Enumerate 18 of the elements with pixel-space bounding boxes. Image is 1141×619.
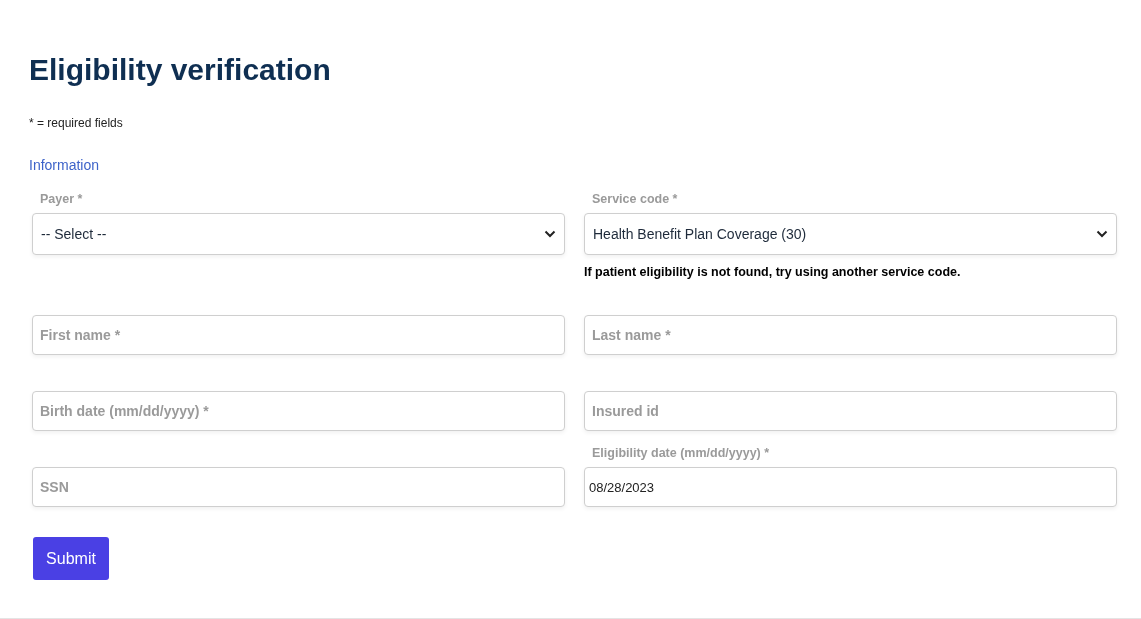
field-label: Eligibility date (mm/dd/yyyy) * [592,446,770,460]
input-field[interactable]: Last name * [584,315,1117,355]
dropdown-field[interactable]: -- Select -- [32,213,565,255]
submit-button[interactable]: Submit [33,537,109,580]
page-title: Eligibility verification [29,52,332,88]
required-note: * = required fields [29,116,123,130]
chevron-down-icon [544,230,556,238]
input-field[interactable]: SSN [32,467,565,507]
section-heading: Information [29,157,100,173]
input-field[interactable]: Insured id [584,391,1117,431]
field-label: Payer * [40,192,83,206]
chevron-down-icon [1096,230,1108,238]
input-field[interactable]: First name * [32,315,565,355]
input-field[interactable]: Birth date (mm/dd/yyyy) * [32,391,565,431]
dropdown-field[interactable]: Health Benefit Plan Coverage (30) [584,213,1117,255]
hint-text: If patient eligibility is not found, try using another service code. [584,265,962,279]
field-label: Service code * [592,192,678,206]
input-field[interactable]: 08/28/2023 [584,467,1117,507]
